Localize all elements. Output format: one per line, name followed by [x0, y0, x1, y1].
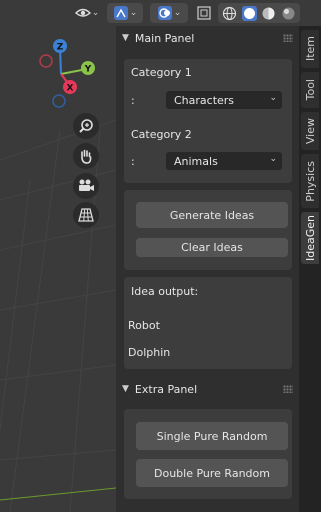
tab-tool-label: Tool	[303, 79, 317, 101]
viewport-header: ⌄ ⌄ ⌄	[0, 0, 321, 26]
idea-output-box: Idea output: Robot Dolphin	[124, 277, 292, 369]
drag-grip-icon[interactable]	[283, 34, 293, 42]
chevron-down-icon: ⌄	[269, 93, 277, 103]
grid-perspective-icon	[78, 208, 94, 222]
zoom-icon	[79, 119, 93, 133]
main-panel-header[interactable]: ▼ Main Panel	[116, 26, 299, 50]
tab-physics-label: Physics	[303, 160, 317, 202]
double-pure-random-button[interactable]: Double Pure Random	[136, 459, 288, 487]
hand-icon	[81, 149, 92, 164]
zoom-button[interactable]	[73, 113, 99, 139]
gizmo-icon	[113, 6, 128, 20]
tab-view[interactable]: View	[301, 112, 319, 150]
actions-box: Generate Ideas Clear Ideas	[124, 190, 292, 270]
sidebar-tabs: Item Tool View Physics IdeaGen	[299, 26, 321, 512]
category2-prefix: :	[131, 155, 135, 168]
idea-output-item: Robot	[128, 319, 160, 332]
extra-actions-box: Single Pure Random Double Pure Random	[124, 409, 292, 499]
x-axis-label: X	[67, 84, 74, 94]
xray-icon	[197, 6, 211, 20]
idea-output-item: Dolphin	[128, 346, 171, 359]
extra-panel-header[interactable]: ▼ Extra Panel	[116, 377, 299, 401]
category2-value: Animals	[174, 154, 218, 168]
generate-ideas-button[interactable]: Generate Ideas	[136, 202, 288, 228]
tab-view-label: View	[303, 117, 317, 145]
category1-label: Category 1	[131, 66, 192, 79]
tab-item-label: Item	[303, 36, 317, 62]
idea-output-label: Idea output:	[131, 285, 199, 298]
material-shading-icon[interactable]	[261, 6, 276, 21]
rendered-shading-icon[interactable]	[281, 6, 296, 21]
category1-prefix: :	[131, 94, 135, 107]
tab-item[interactable]: Item	[301, 30, 319, 68]
category2-select[interactable]: Animals ⌄	[166, 152, 282, 170]
eye-icon	[74, 8, 91, 17]
single-pure-random-button[interactable]: Single Pure Random	[136, 422, 288, 450]
neg-z-handle[interactable]	[52, 94, 66, 108]
z-axis-label: Z	[57, 43, 64, 53]
xray-toggle[interactable]	[194, 3, 214, 23]
camera-view-button[interactable]	[73, 173, 99, 199]
camera-icon	[79, 179, 94, 191]
category-box: Category 1 : Characters ⌄ Category 2 : A…	[124, 59, 292, 183]
extra-panel-title: Extra Panel	[134, 382, 198, 396]
neg-x-handle[interactable]	[39, 54, 53, 68]
collapse-arrow-icon: ▼	[122, 33, 129, 43]
wireframe-shading-icon[interactable]	[222, 6, 237, 21]
chevron-down-icon: ⌄	[173, 8, 182, 18]
sidebar: ▼ Main Panel Category 1 : Characters ⌄ C…	[116, 26, 299, 512]
tab-ideagen[interactable]: IdeaGen	[301, 212, 319, 264]
tab-physics[interactable]: Physics	[301, 154, 319, 208]
overlays-icon	[157, 6, 172, 20]
collapse-arrow-icon: ▼	[122, 384, 129, 394]
chevron-down-icon: ⌄	[91, 8, 100, 18]
category2-label: Category 2	[131, 128, 192, 141]
overlay-dropdown[interactable]: ⌄	[150, 3, 188, 23]
navigation-gizmo[interactable]: Z Y X	[34, 36, 104, 112]
category1-select[interactable]: Characters ⌄	[166, 91, 282, 109]
drag-grip-icon[interactable]	[283, 385, 293, 393]
pan-button[interactable]	[73, 143, 99, 169]
visibility-dropdown[interactable]: ⌄	[72, 3, 102, 23]
main-panel-title: Main Panel	[134, 31, 195, 45]
chevron-down-icon: ⌄	[269, 154, 277, 164]
gizmo-toggle-dropdown[interactable]: ⌄	[107, 3, 143, 23]
shading-mode-group	[218, 3, 300, 23]
tab-tool[interactable]: Tool	[301, 72, 319, 108]
chevron-down-icon: ⌄	[129, 8, 138, 18]
clear-ideas-button[interactable]: Clear Ideas	[136, 238, 288, 257]
solid-shading-icon[interactable]	[241, 5, 257, 21]
category1-value: Characters	[174, 93, 235, 107]
tab-ideagen-label: IdeaGen	[303, 215, 317, 261]
y-axis-label: Y	[84, 65, 92, 75]
perspective-toggle-button[interactable]	[73, 202, 99, 228]
